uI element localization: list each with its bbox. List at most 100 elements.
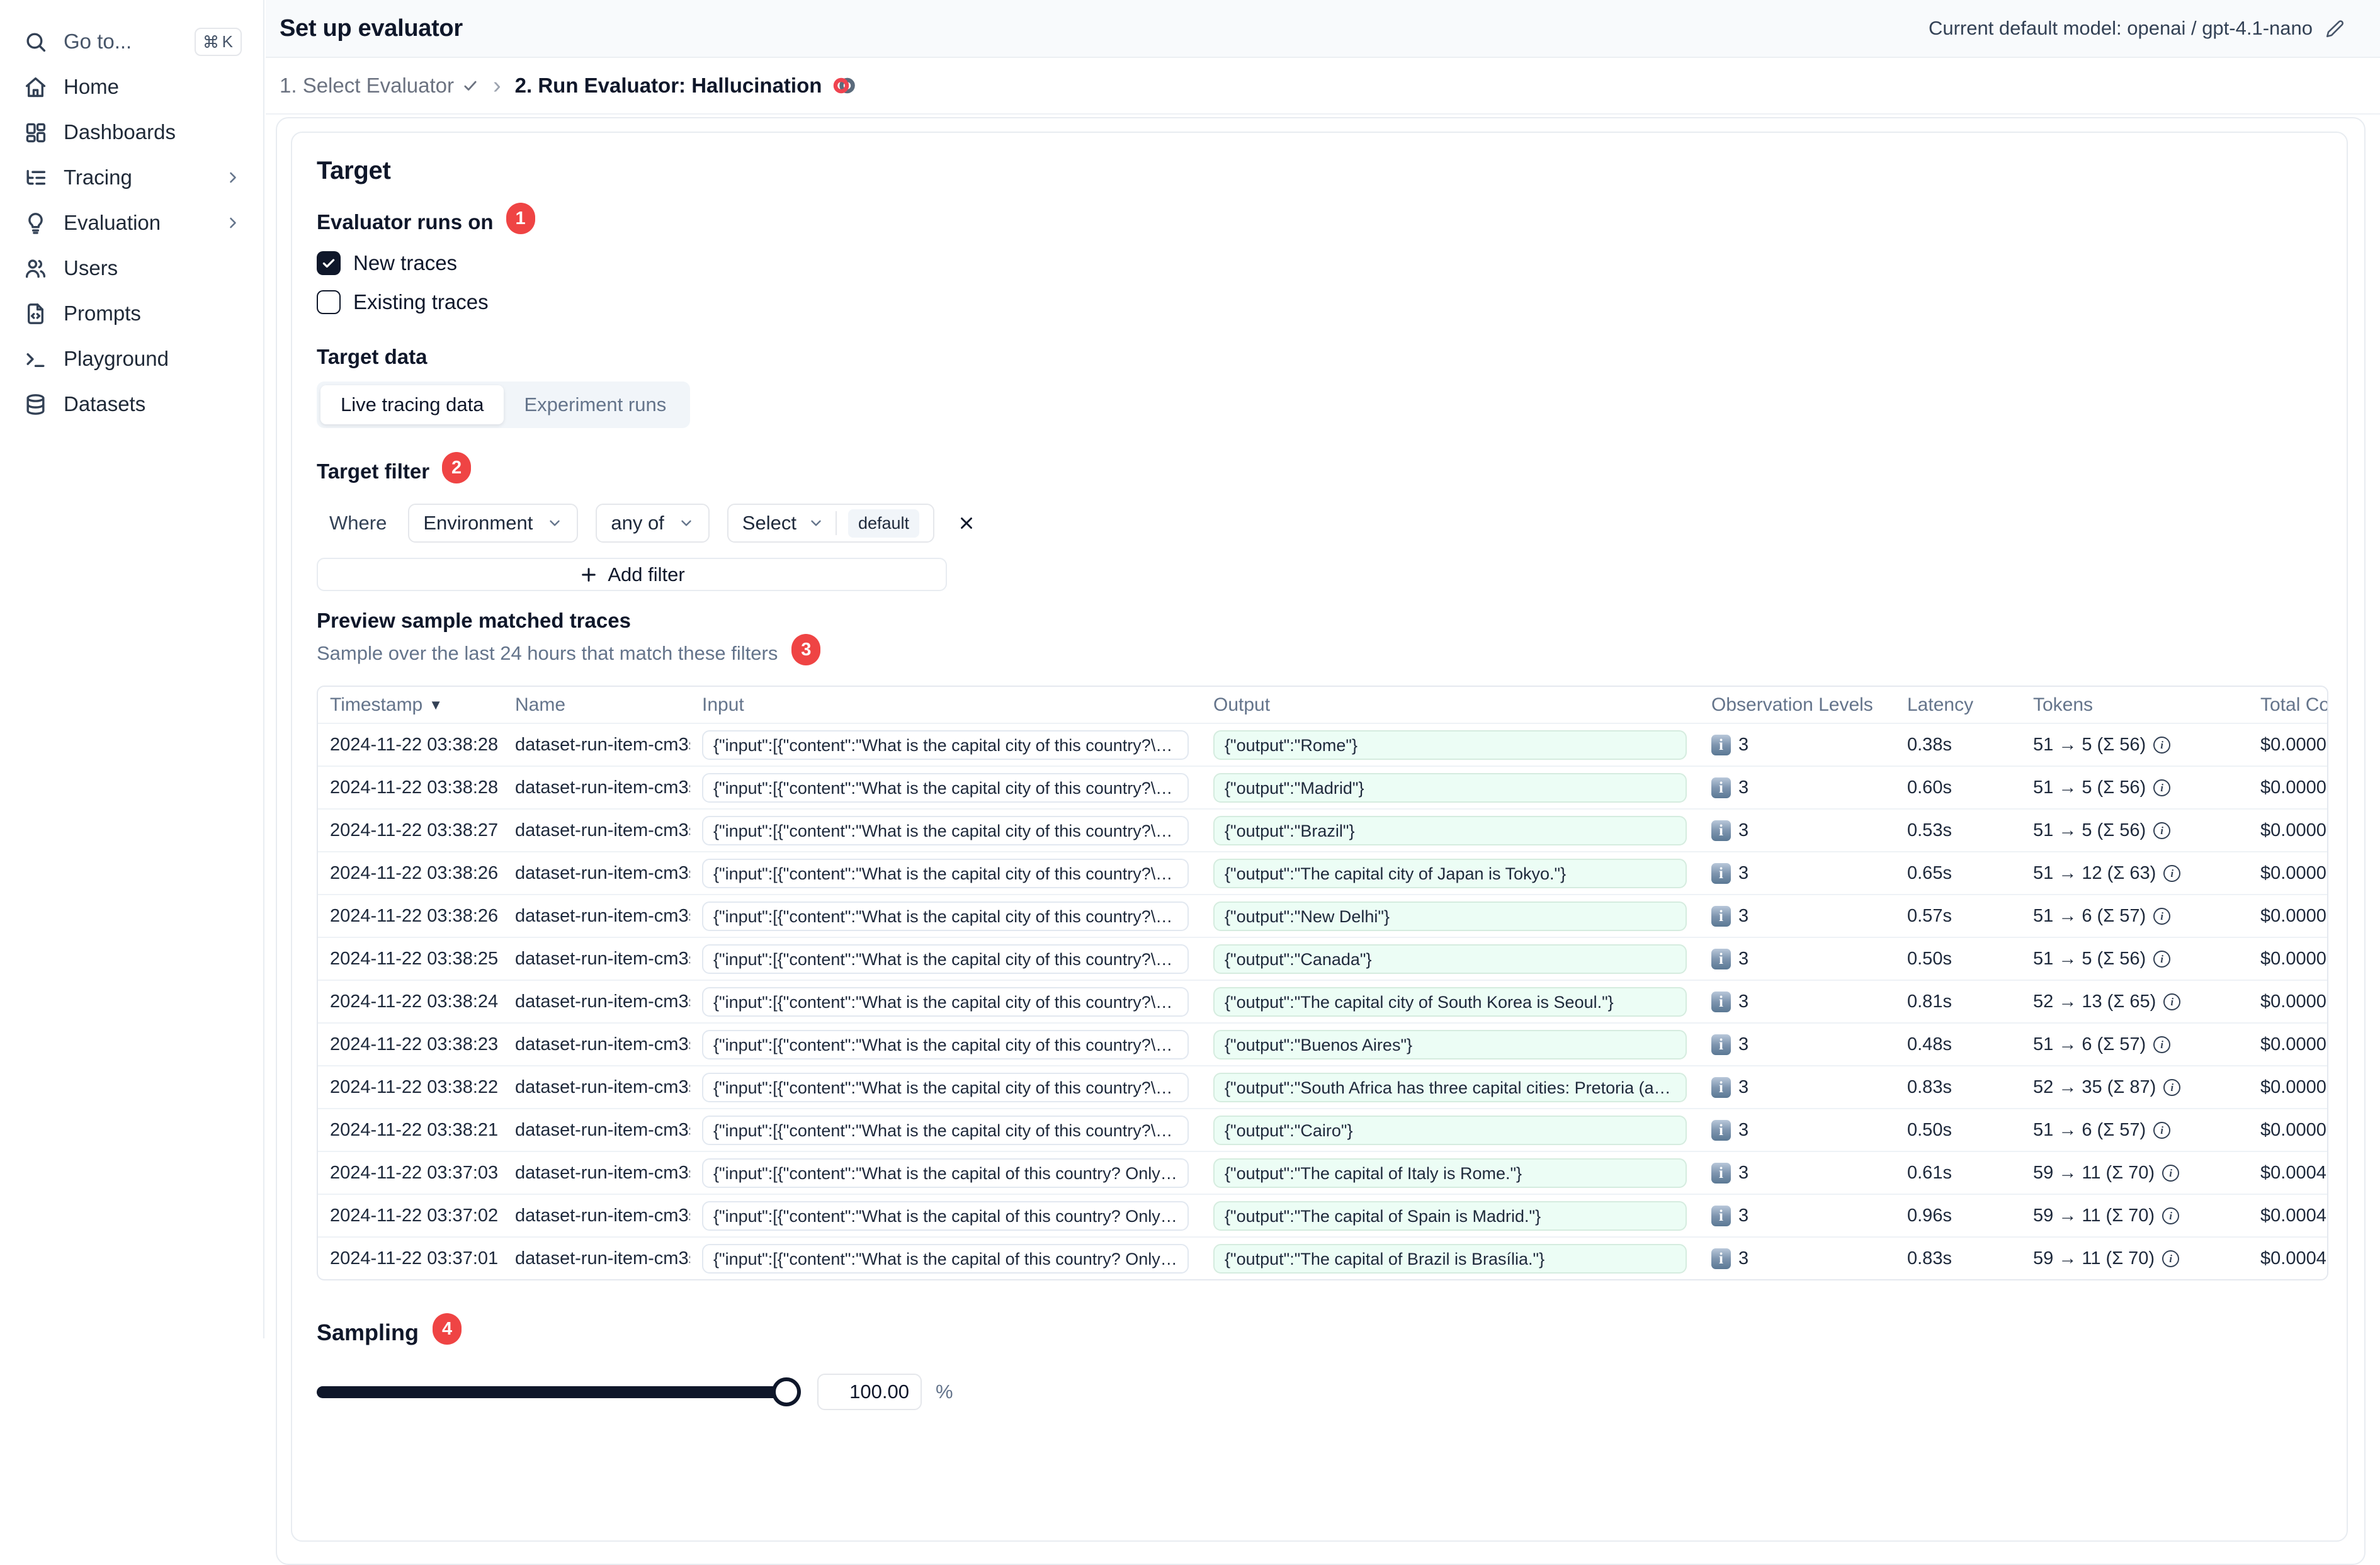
tab-experiment-runs[interactable]: Experiment runs: [504, 385, 686, 424]
sidebar-item-tracing[interactable]: Tracing: [0, 155, 263, 200]
checkbox-existing-traces[interactable]: Existing traces: [317, 288, 2324, 316]
info-circle-icon[interactable]: i: [2153, 950, 2171, 968]
table-row[interactable]: 2024-11-22 03:38:25 dataset-run-item-cm3…: [318, 937, 2327, 980]
cell-observation-levels: i 3: [1699, 991, 1895, 1012]
breadcrumb: 1. Select Evaluator › 2. Run Evaluator: …: [266, 58, 2380, 115]
file-code-icon: [24, 302, 47, 325]
info-square-icon: i: [1711, 734, 1731, 755]
info-circle-icon[interactable]: i: [2162, 1250, 2180, 1267]
cell-output: {"output":"The capital of Italy is Rome.…: [1201, 1158, 1699, 1188]
database-icon: [24, 393, 47, 416]
wizard-step-container: Target Evaluator runs on 1 New traces Ex…: [276, 117, 2366, 1565]
info-circle-icon[interactable]: i: [2153, 907, 2171, 925]
sidebar-item-dashboards[interactable]: Dashboards: [0, 110, 263, 155]
info-circle-icon[interactable]: i: [2153, 736, 2171, 754]
table-row[interactable]: 2024-11-22 03:37:03 dataset-run-item-cm3…: [318, 1151, 2327, 1194]
step-badge-4: 4: [433, 1313, 462, 1345]
cell-output: {"output":"The capital city of Japan is …: [1201, 858, 1699, 888]
table-row[interactable]: 2024-11-22 03:38:28 dataset-run-item-cm3…: [318, 723, 2327, 766]
preview-title: Preview sample matched traces: [317, 609, 631, 632]
remove-filter-button[interactable]: [952, 509, 981, 538]
cell-latency: 0.96s: [1907, 1205, 1952, 1226]
cell-timestamp: 2024-11-22 03:37:03: [330, 1162, 499, 1183]
info-square-icon: i: [1711, 1034, 1731, 1055]
sidebar-item-prompts[interactable]: Prompts: [0, 291, 263, 336]
cell-total-cost: $0.000011 (: [2260, 1034, 2327, 1054]
knot-icon: [834, 77, 856, 94]
cell-input: {"input":[{"content":"What is the capita…: [690, 815, 1201, 845]
filter-column-select[interactable]: Environment: [408, 504, 579, 543]
table-row[interactable]: 2024-11-22 03:37:01 dataset-run-item-cm3…: [318, 1236, 2327, 1279]
cell-timestamp: 2024-11-22 03:38:26: [330, 905, 499, 926]
cell-total-cost: $0.000011 (: [2260, 905, 2327, 926]
chevron-down-icon: [808, 515, 824, 531]
sampling-value-input[interactable]: [817, 1374, 922, 1410]
cell-name: dataset-run-item-cm3s4: [515, 1119, 690, 1140]
sidebar-item-evaluation[interactable]: Evaluation: [0, 200, 263, 246]
slider-thumb[interactable]: [772, 1377, 801, 1406]
table-row[interactable]: 2024-11-22 03:38:26 dataset-run-item-cm3…: [318, 851, 2327, 894]
cell-input: {"input":[{"content":"What is the capita…: [690, 944, 1201, 974]
info-circle-icon[interactable]: i: [2153, 1036, 2171, 1053]
sidebar-item-datasets[interactable]: Datasets: [0, 381, 263, 427]
table-row[interactable]: 2024-11-22 03:38:22 dataset-run-item-cm3…: [318, 1065, 2327, 1108]
tab-live-tracing[interactable]: Live tracing data: [320, 385, 504, 424]
cell-timestamp: 2024-11-22 03:38:28: [330, 734, 499, 755]
info-circle-icon[interactable]: i: [2163, 993, 2181, 1010]
step-badge-1: 1: [506, 203, 535, 234]
cell-tokens: 51 → 5 (Σ 56) i: [2021, 735, 2248, 755]
cell-name: dataset-run-item-cm3s4: [515, 1248, 690, 1268]
cell-name: dataset-run-item-cm3s4: [515, 734, 690, 755]
table-row[interactable]: 2024-11-22 03:38:28 dataset-run-item-cm3…: [318, 766, 2327, 808]
checkbox-new-traces[interactable]: New traces: [317, 249, 2324, 277]
cell-output: {"output":"Rome"}: [1201, 730, 1699, 760]
add-filter-button[interactable]: Add filter: [317, 558, 947, 591]
cell-observation-levels: i 3: [1699, 905, 1895, 927]
cell-total-cost: $0.00046 (: [2260, 1205, 2327, 1226]
info-square-icon: i: [1711, 1119, 1731, 1141]
filter-value-select[interactable]: Select default: [727, 504, 935, 543]
column-header-input: Input: [702, 694, 744, 715]
cell-tokens: 52 → 35 (Σ 87) i: [2021, 1077, 2248, 1098]
search-icon: [24, 30, 47, 54]
column-header-observation-levels: Observation Levels: [1711, 694, 1873, 715]
table-row[interactable]: 2024-11-22 03:38:21 dataset-run-item-cm3…: [318, 1108, 2327, 1151]
info-circle-icon[interactable]: i: [2162, 1164, 2180, 1182]
sidebar-item-home[interactable]: Home: [0, 64, 263, 110]
cell-total-cost: $0.000011 (: [2260, 1119, 2327, 1140]
info-circle-icon[interactable]: i: [2153, 822, 2171, 839]
filter-operator-select[interactable]: any of: [596, 504, 710, 543]
cell-input: {"input":[{"content":"What is the capita…: [690, 1243, 1201, 1274]
target-card: Target Evaluator runs on 1 New traces Ex…: [291, 132, 2348, 1542]
cell-name: dataset-run-item-cm3s4: [515, 905, 690, 926]
table-row[interactable]: 2024-11-22 03:37:02 dataset-run-item-cm3…: [318, 1194, 2327, 1236]
info-circle-icon[interactable]: i: [2163, 864, 2181, 882]
sampling-slider[interactable]: [317, 1377, 801, 1406]
table-row[interactable]: 2024-11-22 03:38:23 dataset-run-item-cm3…: [318, 1022, 2327, 1065]
goto-search[interactable]: Go to... K: [0, 19, 263, 64]
sidebar-item-label: Datasets: [64, 392, 146, 415]
column-header-timestamp[interactable]: Timestamp ▼: [318, 694, 503, 716]
sidebar-item-users[interactable]: Users: [0, 246, 263, 291]
info-square-icon: i: [1711, 820, 1731, 841]
edit-model-icon[interactable]: [2325, 19, 2345, 38]
cell-latency: 0.50s: [1907, 1119, 1952, 1140]
info-circle-icon[interactable]: i: [2163, 1078, 2181, 1096]
info-circle-icon[interactable]: i: [2153, 779, 2171, 796]
table-row[interactable]: 2024-11-22 03:38:24 dataset-run-item-cm3…: [318, 980, 2327, 1022]
sidebar-item-playground[interactable]: Playground: [0, 336, 263, 381]
info-circle-icon[interactable]: i: [2153, 1121, 2171, 1139]
breadcrumb-step1[interactable]: 1. Select Evaluator: [280, 74, 479, 98]
cell-tokens: 51 → 6 (Σ 57) i: [2021, 906, 2248, 927]
cell-input: {"input":[{"content":"What is the capita…: [690, 1158, 1201, 1188]
info-circle-icon[interactable]: i: [2162, 1207, 2180, 1224]
default-model-label: Current default model: openai / gpt-4.1-…: [1928, 17, 2313, 39]
cell-name: dataset-run-item-cm3s4: [515, 777, 690, 798]
users-icon: [24, 257, 47, 280]
table-row[interactable]: 2024-11-22 03:38:27 dataset-run-item-cm3…: [318, 808, 2327, 851]
breadcrumb-separator: ›: [493, 72, 501, 99]
table-row[interactable]: 2024-11-22 03:38:26 dataset-run-item-cm3…: [318, 894, 2327, 937]
target-data-label: Target data: [317, 345, 428, 368]
cell-tokens: 51 → 6 (Σ 57) i: [2021, 1034, 2248, 1055]
cell-output: {"output":"Madrid"}: [1201, 772, 1699, 803]
